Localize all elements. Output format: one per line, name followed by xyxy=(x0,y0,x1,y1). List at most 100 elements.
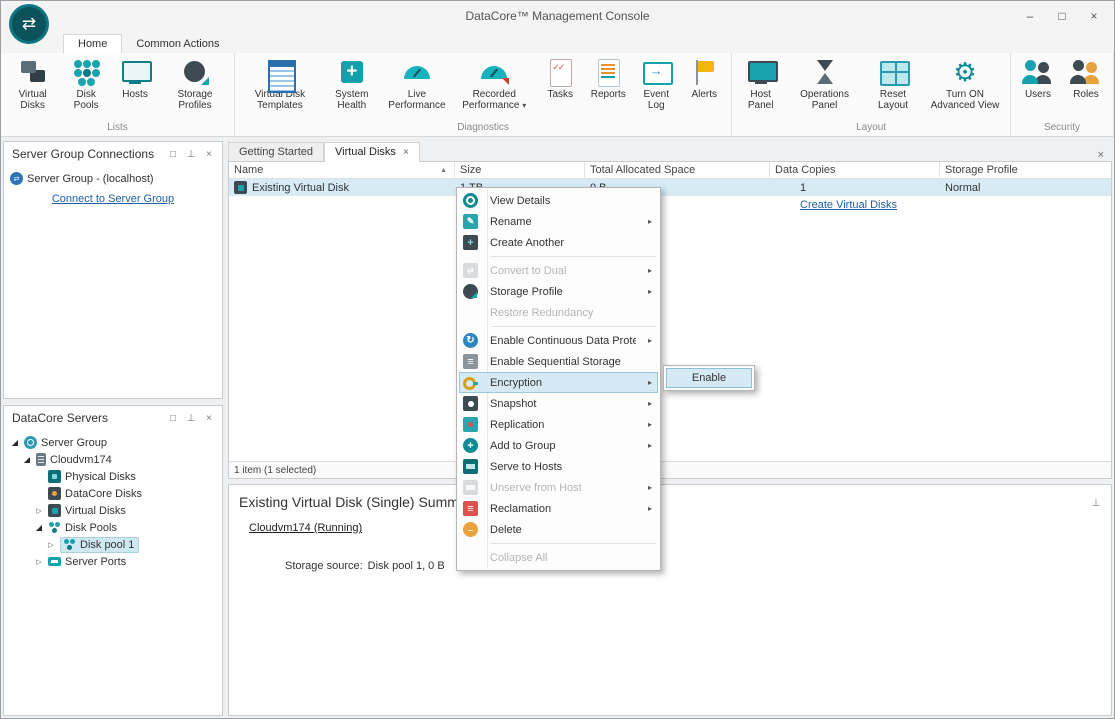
ribbon-item-disk-pools[interactable]: Disk Pools xyxy=(61,55,111,115)
datacore-management-console-window: ⇄ DataCore™ Management Console – □ × Hom… xyxy=(0,0,1115,719)
menu-item-label: Reclamation xyxy=(490,503,636,515)
disk-pools-icon xyxy=(48,521,61,534)
table-row-existing-virtual-disk[interactable]: Existing Virtual Disk 1 TB 0 B 1 Normal xyxy=(229,179,1111,196)
expander-icon[interactable]: ▷ xyxy=(34,558,44,566)
ribbon-item-live-performance[interactable]: Live Performance xyxy=(382,55,453,115)
continuous-data-protection-icon xyxy=(463,333,478,348)
menu-item-rename[interactable]: Rename ▸ xyxy=(459,211,658,232)
virtual-disks-icon xyxy=(48,504,61,517)
menu-item-enable-sequential-storage[interactable]: Enable Sequential Storage xyxy=(459,351,658,372)
tab-virtual-disks[interactable]: Virtual Disks × xyxy=(324,142,420,162)
menu-item-add-to-group[interactable]: Add to Group ▸ xyxy=(459,435,658,456)
expander-icon[interactable]: ◢ xyxy=(22,455,32,464)
tree-item-server-group[interactable]: ◢ Server Group xyxy=(6,434,220,451)
tree-item-server-ports[interactable]: ▷ Server Ports xyxy=(6,553,220,570)
summary-title: Existing Virtual Disk (Single) Summary xyxy=(239,494,1087,510)
expander-icon[interactable]: ▷ xyxy=(34,507,44,515)
window-title: DataCore™ Management Console xyxy=(465,9,649,23)
ribbon-item-roles[interactable]: Roles xyxy=(1062,55,1110,115)
table-header-row: Name ▲ Size Total Allocated Space Data C… xyxy=(229,162,1111,179)
tree-item-virtual-disks[interactable]: ▷ Virtual Disks xyxy=(6,502,220,519)
expander-icon[interactable]: ◢ xyxy=(34,523,44,532)
unserve-from-host-icon xyxy=(463,480,478,495)
menu-item-snapshot[interactable]: Snapshot ▸ xyxy=(459,393,658,414)
close-document-area-icon[interactable]: × xyxy=(1090,149,1112,161)
restore-button[interactable]: □ xyxy=(1048,5,1076,27)
menu-item-label: Add to Group xyxy=(490,440,636,452)
expander-icon[interactable]: ▷ xyxy=(46,541,56,549)
ribbon-item-users[interactable]: Users xyxy=(1014,55,1062,115)
ribbon-item-label: Reports xyxy=(591,89,626,113)
menu-item-serve-to-hosts[interactable]: Serve to Hosts xyxy=(459,456,658,477)
tree-item-cloudvm174[interactable]: ◢ Cloudvm174 xyxy=(6,451,220,468)
submenu-item-enable[interactable]: Enable xyxy=(666,368,752,388)
tab-common-actions[interactable]: Common Actions xyxy=(122,35,233,53)
server-status-link[interactable]: Cloudvm174 (Running) xyxy=(249,522,362,534)
connect-to-server-group-link[interactable]: Connect to Server Group xyxy=(6,193,220,205)
column-header-total-allocated-space[interactable]: Total Allocated Space xyxy=(585,162,770,178)
ribbon-item-virtual-disks[interactable]: Virtual Disks xyxy=(4,55,61,115)
ribbon-item-turn-on-advanced-view[interactable]: Turn ON Advanced View xyxy=(923,55,1007,115)
tab-getting-started[interactable]: Getting Started xyxy=(228,142,324,161)
no-icon xyxy=(463,550,478,565)
create-virtual-disks-link[interactable]: Create Virtual Disks xyxy=(770,196,940,211)
ribbon-item-recorded-performance[interactable]: Recorded Performance ▾ xyxy=(452,55,536,115)
pin-icon[interactable]: ⊥ xyxy=(182,409,200,427)
pin-icon[interactable]: ⊥ xyxy=(1087,494,1105,512)
tree-item-physical-disks[interactable]: Physical Disks xyxy=(6,468,220,485)
column-header-size[interactable]: Size xyxy=(455,162,585,178)
column-header-label: Name xyxy=(234,164,263,176)
menu-item-label: Encryption xyxy=(490,377,636,389)
tree-item-disk-pools[interactable]: ◢ Disk Pools xyxy=(6,519,220,536)
column-header-storage-profile[interactable]: Storage Profile xyxy=(940,162,1111,178)
table-link-row: Create Virtual Disks xyxy=(229,196,1111,211)
ribbon-item-operations-panel[interactable]: Operations Panel xyxy=(786,55,863,115)
menu-item-delete[interactable]: Delete xyxy=(459,519,658,540)
ribbon-item-event-log[interactable]: Event Log xyxy=(632,55,680,115)
float-panel-icon[interactable]: □ xyxy=(164,409,182,427)
ribbon-item-storage-profiles[interactable]: Storage Profiles xyxy=(159,55,231,115)
datacore-logo-icon: ⇄ xyxy=(9,4,49,44)
minimize-button[interactable]: – xyxy=(1016,5,1044,27)
document-tab-strip: Getting Started Virtual Disks × × xyxy=(228,141,1112,161)
selected-tree-item[interactable]: Disk pool 1 xyxy=(60,537,139,553)
encryption-key-icon xyxy=(463,375,478,390)
ribbon-item-label: Turn ON Advanced View xyxy=(926,89,1004,113)
expander-icon[interactable]: ◢ xyxy=(10,438,20,447)
tab-home[interactable]: Home xyxy=(63,34,122,53)
column-header-data-copies[interactable]: Data Copies xyxy=(770,162,940,178)
ribbon-item-label: Hosts xyxy=(122,89,148,113)
ribbon-item-reset-layout[interactable]: Reset Layout xyxy=(863,55,923,115)
menu-item-view-details[interactable]: View Details xyxy=(459,190,658,211)
ribbon-item-alerts[interactable]: Alerts xyxy=(680,55,728,115)
ribbon-item-virtual-disk-templates[interactable]: Virtual Disk Templates xyxy=(238,55,322,115)
storage-source-row: Storage source: Disk pool 1, 0 B xyxy=(249,560,1101,572)
tree-item-datacore-disks[interactable]: DataCore Disks xyxy=(6,485,220,502)
ribbon-group-layout: Host Panel Operations Panel Reset Layout… xyxy=(732,53,1011,136)
tree-item-server-group-localhost[interactable]: Server Group - (localhost) xyxy=(6,170,220,187)
menu-item-replication[interactable]: Replication ▸ xyxy=(459,414,658,435)
menu-item-create-another[interactable]: Create Another xyxy=(459,232,658,253)
close-icon[interactable]: × xyxy=(200,145,218,163)
column-header-name[interactable]: Name ▲ xyxy=(229,162,455,178)
submenu-arrow-icon: ▸ xyxy=(648,266,652,275)
menu-item-reclamation[interactable]: Reclamation ▸ xyxy=(459,498,658,519)
ribbon-item-reports[interactable]: Reports xyxy=(584,55,632,115)
menu-item-encryption[interactable]: Encryption ▸ xyxy=(459,372,658,393)
close-tab-icon[interactable]: × xyxy=(403,147,409,158)
float-panel-icon[interactable]: □ xyxy=(164,145,182,163)
ribbon-item-hosts[interactable]: Hosts xyxy=(111,55,159,115)
ribbon-item-label: Reset Layout xyxy=(866,89,920,113)
snapshot-camera-icon xyxy=(463,396,478,411)
tree-item-disk-pool-1[interactable]: ▷ Disk pool 1 xyxy=(6,536,220,553)
menu-item-enable-continuous-data-protection[interactable]: Enable Continuous Data Protection ▸ xyxy=(459,330,658,351)
close-button[interactable]: × xyxy=(1080,5,1108,27)
ribbon-item-host-panel[interactable]: Host Panel xyxy=(735,55,786,115)
ribbon-item-system-health[interactable]: System Health xyxy=(322,55,382,115)
menu-item-unserve-from-host: Unserve from Host ▸ xyxy=(459,477,658,498)
ribbon-item-tasks[interactable]: Tasks xyxy=(536,55,584,115)
menu-item-restore-redundancy: Restore Redundancy xyxy=(459,302,658,323)
menu-item-storage-profile[interactable]: Storage Profile ▸ xyxy=(459,281,658,302)
pin-icon[interactable]: ⊥ xyxy=(182,145,200,163)
close-icon[interactable]: × xyxy=(200,409,218,427)
